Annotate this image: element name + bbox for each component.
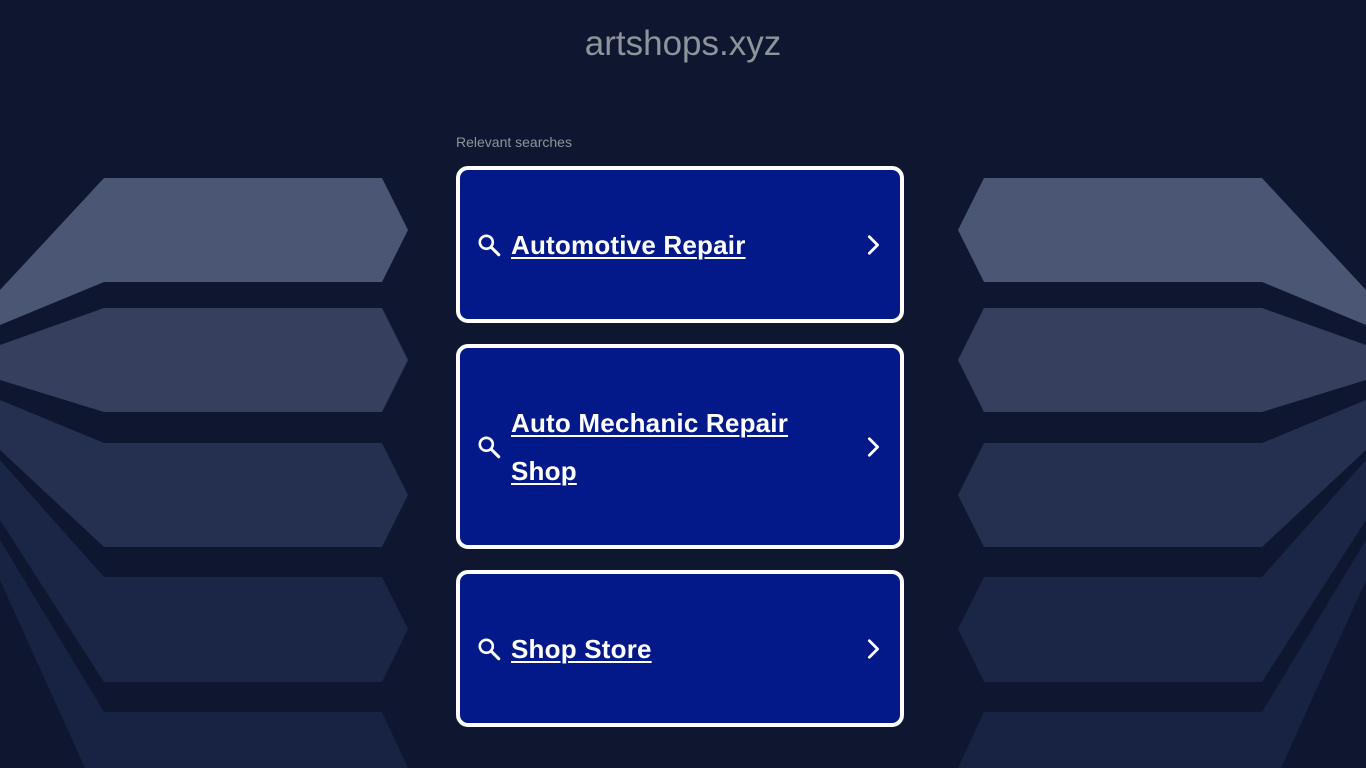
search-result-shop-store[interactable]: Shop Store (456, 570, 904, 727)
bg-shape-right-1 (958, 178, 1366, 325)
chevron-right-icon (867, 638, 879, 659)
bg-shape-left-1 (0, 178, 408, 325)
search-result-label[interactable]: Automotive Repair (511, 221, 851, 269)
search-result-automotive-repair[interactable]: Automotive Repair (456, 166, 904, 323)
search-result-label[interactable]: Auto Mechanic Repair Shop (511, 399, 851, 495)
search-icon (478, 233, 501, 256)
relevant-searches-heading: Relevant searches (456, 134, 572, 150)
bg-shape-left-3 (0, 400, 408, 547)
bg-shape-right-3 (958, 400, 1366, 547)
site-domain-title: artshops.xyz (584, 24, 782, 63)
search-icon (478, 435, 501, 458)
bg-shape-left-2 (0, 308, 408, 412)
search-icon (478, 637, 501, 660)
search-result-label[interactable]: Shop Store (511, 625, 851, 673)
parked-domain-page: artshops.xyz Relevant searches Automotiv… (0, 0, 1366, 768)
bg-shape-right-2 (958, 308, 1366, 412)
chevron-right-icon (867, 436, 879, 457)
search-result-auto-mechanic-repair-shop[interactable]: Auto Mechanic Repair Shop (456, 344, 904, 549)
chevron-right-icon (867, 234, 879, 255)
